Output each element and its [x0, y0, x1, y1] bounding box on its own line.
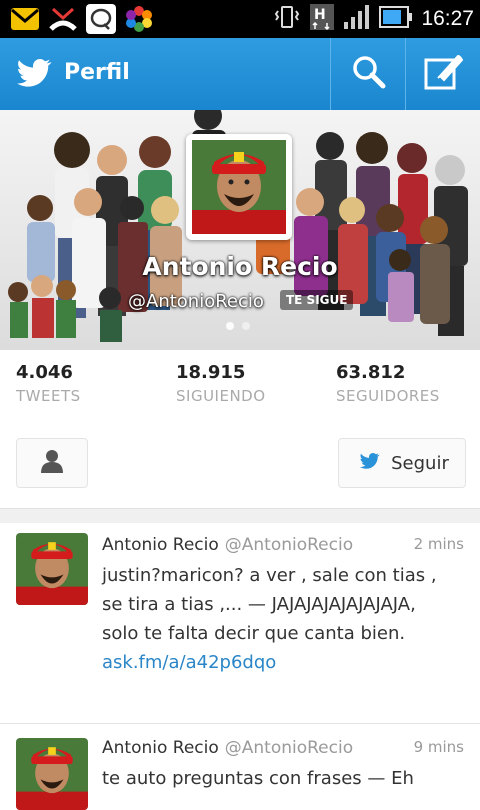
search-icon	[351, 54, 387, 94]
tweet-link[interactable]: ask.fm/a/a42p6dqo	[102, 652, 276, 673]
clock-time: 16:27	[421, 7, 474, 30]
follow-button[interactable]: Seguir	[338, 438, 466, 488]
stat-value: 63.812	[336, 362, 406, 383]
twitter-bird-icon[interactable]	[12, 52, 54, 98]
section-divider	[0, 508, 480, 524]
page-dot-active	[226, 322, 234, 330]
tweet-header: Antonio Recio @AntonioRecio 9 mins	[102, 738, 464, 758]
follows-you-badge: TE SIGUE	[280, 290, 354, 310]
search-button[interactable]	[334, 38, 404, 110]
tweet-text: justin?maricon? a ver , sale con tias , …	[102, 561, 442, 677]
tweet-header: Antonio Recio @AntonioRecio 2 mins	[102, 535, 464, 555]
profile-stats: 4.046 TWEETS 18.915 SIGUIENDO 63.812 SEG…	[0, 350, 480, 420]
screen-title: Perfil	[64, 60, 130, 85]
tweet-author-handle: @AntonioRecio	[224, 738, 354, 758]
profile-handle: @AntonioRecio	[128, 291, 264, 312]
tweet-item[interactable]: Antonio Recio @AntonioRecio 2 mins justin…	[0, 523, 480, 724]
follow-button-label: Seguir	[391, 452, 449, 474]
tweet-body: justin?maricon? a ver , sale con tias , …	[102, 565, 437, 644]
chat-icon	[86, 4, 116, 34]
tweet-author-handle: @AntonioRecio	[224, 535, 354, 555]
profile-avatar[interactable]	[186, 134, 292, 240]
stat-value: 4.046	[16, 362, 73, 383]
photos-icon	[124, 4, 154, 34]
tweet-avatar[interactable]	[16, 738, 88, 810]
page-dot	[242, 322, 250, 330]
tweet-text: te auto preguntas con frases — Eh	[102, 768, 414, 789]
tweet-time: 9 mins	[413, 738, 464, 756]
stat-label: TWEETS	[16, 387, 81, 405]
profile-header-banner: Antonio Recio @AntonioRecio TE SIGUE	[0, 110, 480, 350]
mail-icon	[10, 4, 40, 34]
action-divider	[405, 38, 406, 110]
action-divider	[330, 38, 331, 110]
tweet-author-name: Antonio Recio	[102, 535, 219, 555]
stat-followers[interactable]: 63.812 SEGUIDORES	[336, 362, 440, 405]
svg-text:H: H	[314, 7, 326, 23]
stat-following[interactable]: 18.915 SIGUIENDO	[176, 362, 266, 405]
stat-label: SEGUIDORES	[336, 387, 440, 405]
tweet-time: 2 mins	[413, 535, 464, 553]
tweet-avatar[interactable]	[16, 533, 88, 605]
missed-call-icon	[48, 4, 78, 34]
signal-bars-icon	[343, 4, 371, 34]
h-signal-icon: H	[309, 3, 335, 35]
app-action-bar: Perfil	[0, 38, 480, 110]
battery-icon	[379, 4, 413, 34]
compose-button[interactable]	[408, 38, 480, 110]
profile-actions: Seguir	[0, 420, 480, 508]
profile-name: Antonio Recio	[142, 252, 338, 281]
vibrate-icon	[273, 4, 301, 34]
page-indicator	[226, 322, 250, 330]
status-bar: H 16:27	[0, 0, 480, 38]
tweet-item[interactable]: Antonio Recio @AntonioRecio 9 mins te aut…	[0, 724, 480, 810]
tweet-author-name: Antonio Recio	[102, 738, 219, 758]
person-icon	[39, 448, 65, 478]
twitter-bird-icon	[355, 449, 383, 477]
stat-value: 18.915	[176, 362, 246, 383]
stat-tweets[interactable]: 4.046 TWEETS	[16, 362, 81, 405]
user-actions-button[interactable]	[16, 438, 88, 488]
stat-label: SIGUIENDO	[176, 387, 266, 405]
compose-icon	[424, 54, 464, 94]
